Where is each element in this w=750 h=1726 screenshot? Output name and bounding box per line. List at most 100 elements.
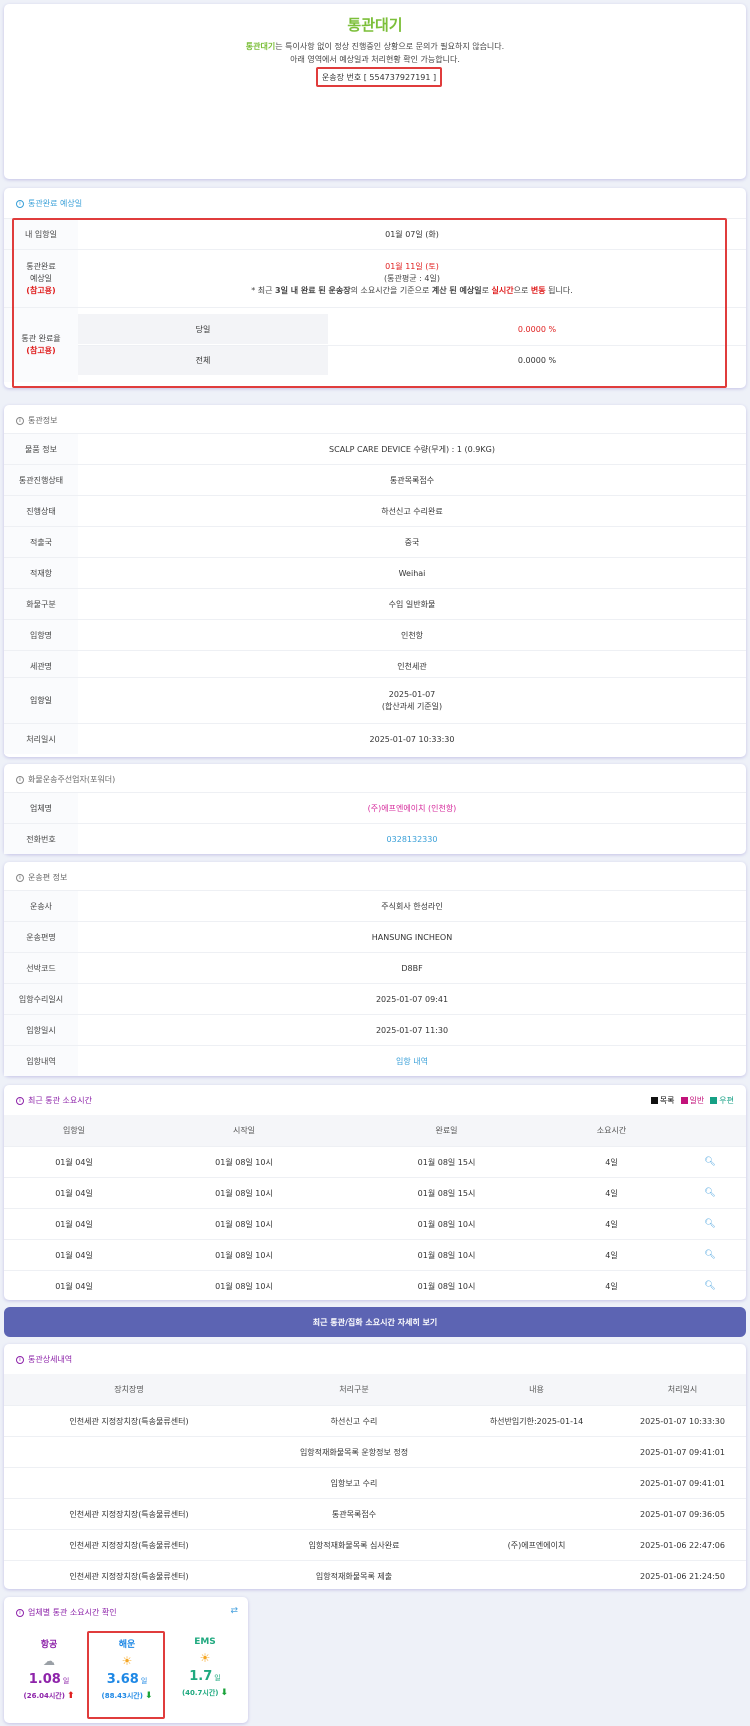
forwarder-title-text: 화물운송주선업자(포워더)	[28, 775, 116, 784]
magnifier-icon[interactable]: 🔍︎	[674, 1157, 746, 1167]
legend-label: 목록	[659, 1096, 675, 1105]
recent-cell: 01월 08일 10시	[215, 1219, 273, 1229]
details-row: 인천세관 지정장치장(특송물류센터) 통관목록접수 2025-01-07 09:36…	[4, 1498, 746, 1529]
recent-cell: 4일	[605, 1188, 618, 1198]
details-cell: 입항보고 수리	[330, 1478, 378, 1488]
forwarder-company-link[interactable]: (주)에프엔에이치 (인천항)	[368, 804, 457, 813]
recent-cell: 01월 08일 10시	[417, 1219, 476, 1229]
carrier-link-icon[interactable]: ⇄	[230, 1606, 238, 1616]
customs-info-value: 인천세관	[397, 661, 427, 671]
info-icon: i	[16, 775, 24, 784]
details-cell: 2025-01-07 10:33:30	[640, 1416, 725, 1426]
legend-item: 목록	[650, 1095, 675, 1106]
details-cell: (주)에프엔에이치	[507, 1540, 566, 1550]
customs-arrival-row: 입항일 2025-01-07 (합산과세 기준일)	[4, 677, 746, 723]
magnifier-icon[interactable]: 🔍︎	[674, 1188, 746, 1198]
details-cell: 인천세관 지정장치장(특송물류센터)	[69, 1571, 189, 1581]
details-cell: 2025-01-06 21:24:50	[640, 1571, 725, 1581]
vessel-info-label: 입항일시	[4, 1015, 78, 1045]
eta-card-title: i 통관완료 예상일	[16, 198, 82, 209]
legend-item: 일반	[680, 1095, 704, 1106]
forwarder-company-label: 업체명	[4, 793, 78, 823]
status-description: 통관대기는 특이사항 없이 정상 진행중인 상황으로 문의가 필요하지 않습니다…	[4, 41, 746, 52]
customs-info-row: 입항명 인천항	[4, 619, 746, 650]
legend-swatch	[710, 1097, 718, 1104]
vessel-info-label: 선박코드	[4, 953, 78, 983]
carrier-title-text: 업체별 통관 소요시간 확인	[28, 1608, 117, 1617]
recent-detail-button-label: 최근 통관/집화 소요시간 자세히 보기	[312, 1317, 438, 1327]
details-cell: 하선신고 수리	[330, 1416, 378, 1426]
details-row: 입항적재화물목록 운항정보 정정 2025-01-07 09:41:01	[4, 1436, 746, 1467]
eta-highlight-box	[12, 218, 727, 388]
recent-cell: 01월 04일	[55, 1157, 93, 1167]
carrier-days-unit: 일	[214, 1674, 221, 1682]
forwarder-title: i 화물운송주선업자(포워더)	[16, 774, 115, 785]
recent-row: 01월 04일 01월 08일 10시 01월 08일 10시 4일 🔍︎	[4, 1239, 746, 1270]
vessel-title: i 운송편 정보	[16, 872, 67, 883]
carrier-days-value: 1.08	[28, 1672, 61, 1687]
status-highlight: 통관대기	[245, 42, 276, 51]
carrier-title: i 업체별 통관 소요시간 확인	[16, 1607, 117, 1618]
forwarder-phone-link[interactable]: 0328132330	[387, 835, 438, 844]
eta-card: i 통관완료 예상일 내 입항일 01월 07일 (화) 통관완료 예상일 (참…	[4, 188, 746, 388]
carrier-item[interactable]: 항공 ☁ 1.08 일 (26.04시간) ⬆	[10, 1637, 88, 1717]
vessel-history-row: 입항내역 입항 내역	[4, 1045, 746, 1076]
arrow-up-icon: ⬆	[66, 1691, 75, 1701]
vessel-history-cell: 입항 내역	[78, 1056, 746, 1067]
details-cell: 2025-01-07 09:41:01	[640, 1478, 725, 1488]
recent-cell: 4일	[605, 1157, 618, 1167]
recent-detail-button[interactable]: 최근 통관/집화 소요시간 자세히 보기	[4, 1307, 746, 1337]
recent-header-cell: 입항일	[62, 1126, 86, 1135]
page-title: 통관대기	[347, 16, 403, 34]
customs-info-value: 하선신고 수리완료	[381, 506, 443, 516]
recent-row: 01월 04일 01월 08일 10시 01월 08일 10시 4일 🔍︎	[4, 1270, 746, 1301]
vessel-card: i 운송편 정보 운송사 주식회사 한성라인 운송편명 HANSUNG INCHEON…	[4, 862, 746, 1076]
magnifier-icon[interactable]: 🔍︎	[674, 1281, 746, 1291]
customs-info-value: 통관목록접수	[389, 475, 435, 485]
details-cell: 인천세관 지정장치장(특송물류센터)	[69, 1540, 189, 1550]
magnifier-icon[interactable]: 🔍︎	[674, 1219, 746, 1229]
vessel-history-label: 입항내역	[4, 1046, 78, 1076]
recent-cell: 01월 08일 15시	[417, 1188, 476, 1198]
details-row: 입항보고 수리 2025-01-07 09:41:01	[4, 1467, 746, 1498]
magnifier-icon[interactable]: 🔍︎	[674, 1250, 746, 1260]
carrier-item[interactable]: EMS ☀ 1.7 일 (40.7시간) ⬇	[166, 1637, 244, 1717]
details-title-text: 통관상세내역	[28, 1355, 73, 1364]
carrier-highlight-box	[87, 1631, 165, 1719]
carrier-name: EMS	[194, 1637, 216, 1647]
recent-row: 01월 04일 01월 08일 10시 01월 08일 10시 4일 🔍︎	[4, 1208, 746, 1239]
info-icon: i	[16, 416, 24, 425]
customs-info-label: 통관진행상태	[4, 465, 78, 495]
details-table-header: 장치장명 처리구분 내용 처리일시	[4, 1374, 746, 1405]
customs-info-row: 화물구분 수입 일반화물	[4, 588, 746, 619]
customs-processed-label: 처리일시	[4, 724, 78, 754]
carrier-days: 1.08 일	[29, 1672, 70, 1687]
details-cell: 2025-01-07 09:36:05	[640, 1509, 725, 1519]
details-header-cell: 처리일시	[667, 1385, 698, 1394]
customs-info-row: 진행상태 하선신고 수리완료	[4, 495, 746, 526]
details-cell: 입항적재화물목록 운항정보 정정	[299, 1447, 409, 1457]
recent-cell: 01월 08일 10시	[215, 1281, 273, 1291]
recent-cell: 01월 04일	[55, 1219, 93, 1229]
customs-info-label: 적재항	[4, 558, 78, 588]
info-icon: i	[16, 873, 24, 882]
details-cell: 하선반입기한:2025-01-14	[489, 1416, 584, 1426]
details-cell: 입항적재화물목록 제출	[315, 1571, 393, 1581]
carrier-hours-value: (26.04시간)	[23, 1692, 65, 1700]
vessel-info-value: HANSUNG INCHEON	[371, 932, 453, 942]
customs-info-row: 적출국 중국	[4, 526, 746, 557]
vessel-history-link[interactable]: 입항 내역	[396, 1057, 428, 1066]
customs-info-label: 적출국	[4, 527, 78, 557]
vessel-info-value: 주식회사 한성라인	[381, 901, 443, 911]
customs-info-value: Weihai	[398, 568, 426, 578]
recent-table-header: 입항일 시작일 완료일 소요시간	[4, 1115, 746, 1146]
details-cell: 인천세관 지정장치장(특송물류센터)	[69, 1509, 189, 1519]
customs-arrival-value: 2025-01-07 (합산과세 기준일)	[78, 689, 746, 713]
recent-header-cell: 완료일	[435, 1126, 458, 1135]
recent-cell: 01월 08일 10시	[215, 1157, 273, 1167]
customs-processed-value: 2025-01-07 10:33:30	[369, 734, 455, 744]
customs-arrival-label: 입항일	[4, 678, 78, 723]
legend-label: 우편	[719, 1096, 734, 1105]
customs-info-value: 인천항	[400, 630, 424, 640]
details-header-cell: 내용	[529, 1385, 544, 1394]
